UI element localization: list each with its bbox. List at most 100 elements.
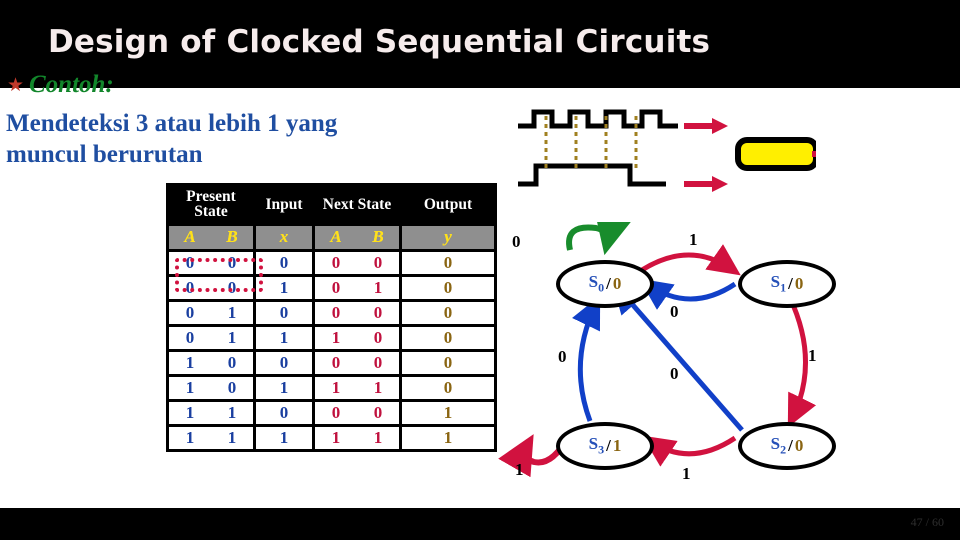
cell-next-b: 1 <box>357 277 399 299</box>
cell-present-a: 1 <box>169 377 211 399</box>
table-body: 0000000010100100000111001000001011101100… <box>169 252 494 449</box>
state-output: 0 <box>794 274 804 293</box>
cell-next-b: 0 <box>357 352 399 374</box>
table-group-header-row: Present State Input Next State Output <box>169 186 494 223</box>
table-row: 000000 <box>169 252 494 274</box>
cell-input-x: 1 <box>256 377 312 399</box>
edge-label-s0-self-0: 0 <box>512 232 521 251</box>
page-number: 47 / 60 <box>910 515 944 529</box>
state-table-border: Present State Input Next State Output A … <box>166 183 497 452</box>
var-input-x: x <box>256 226 312 249</box>
state-node-s0[interactable]: S0/0 <box>556 260 654 308</box>
var-present-a: A <box>169 226 211 249</box>
example-label: Contoh: <box>29 71 114 98</box>
description-text: Mendeteksi 3 atau lebih 1 yang muncul be… <box>6 108 406 170</box>
state-name: S0 <box>588 272 605 295</box>
header-present-state: Present State <box>169 186 253 223</box>
cell-output-y: 0 <box>402 302 494 324</box>
timing-waveform <box>516 98 850 198</box>
state-table: Present State Input Next State Output A … <box>169 186 494 449</box>
table-row: 100000 <box>169 352 494 374</box>
edge-s2-to-s0 <box>611 280 744 432</box>
cell-input-x: 0 <box>256 352 312 374</box>
table-row: 011100 <box>169 327 494 349</box>
cell-next-b: 1 <box>357 377 399 399</box>
table-row: 110001 <box>169 402 494 424</box>
state-table-wrapper: Present State Input Next State Output A … <box>166 183 497 457</box>
cell-output-y: 0 <box>402 252 494 274</box>
cell-present-a: 0 <box>169 252 211 274</box>
state-output: 0 <box>612 274 622 293</box>
cell-present-a: 0 <box>169 302 211 324</box>
var-present-b: B <box>211 226 253 249</box>
state-separator: / <box>788 436 793 455</box>
edge-s1-to-s0 <box>639 278 737 310</box>
edge-label-s2-to-s0-0: 0 <box>670 364 679 383</box>
state-name: S2 <box>770 434 787 457</box>
header-input: Input <box>256 186 312 223</box>
cell-next-b: 1 <box>357 427 399 449</box>
state-node-s3[interactable]: S3/1 <box>556 422 654 470</box>
cell-output-y: 0 <box>402 352 494 374</box>
state-separator: / <box>788 274 793 293</box>
cell-next-a: 0 <box>315 352 357 374</box>
cell-input-x: 1 <box>256 427 312 449</box>
slide: Design of Clocked Sequential Circuits ★ … <box>0 0 960 540</box>
state-name: S3 <box>588 434 605 457</box>
table-variable-row: A B x A B y <box>169 226 494 249</box>
state-node-s2[interactable]: S2/0 <box>738 422 836 470</box>
footer-bar <box>0 508 960 540</box>
circuit-block <box>735 137 819 171</box>
description-line-2: muncul berurutan <box>6 141 203 168</box>
cell-present-a: 0 <box>169 277 211 299</box>
var-next-b: B <box>357 226 399 249</box>
cell-input-x: 0 <box>256 302 312 324</box>
star-icon: ★ <box>6 75 25 96</box>
cell-present-a: 1 <box>169 402 211 424</box>
state-output: 1 <box>612 436 622 455</box>
header-next-state: Next State <box>315 186 399 223</box>
example-bullet-row: ★ Contoh: <box>6 72 114 98</box>
edge-label-s1-to-s0-0: 0 <box>670 302 679 321</box>
cell-next-a: 1 <box>315 327 357 349</box>
cell-next-b: 0 <box>357 252 399 274</box>
state-separator: / <box>606 274 611 293</box>
cell-output-y: 0 <box>402 277 494 299</box>
cell-present-a: 1 <box>169 427 211 449</box>
cell-next-a: 0 <box>315 302 357 324</box>
cell-present-b: 1 <box>211 427 253 449</box>
cell-present-b: 1 <box>211 302 253 324</box>
edge-label-s3-self-1: 1 <box>515 460 524 479</box>
cell-next-a: 1 <box>315 427 357 449</box>
cell-present-b: 0 <box>211 277 253 299</box>
edge-s0-to-s1 <box>640 244 741 276</box>
cell-present-b: 0 <box>211 377 253 399</box>
cell-input-x: 1 <box>256 327 312 349</box>
state-output: 0 <box>794 436 804 455</box>
var-next-a: A <box>315 226 357 249</box>
arrow-clock-right <box>684 118 728 134</box>
header-output: Output <box>402 186 494 223</box>
cell-next-b: 0 <box>357 327 399 349</box>
cell-output-y: 0 <box>402 327 494 349</box>
edge-s2-to-s3 <box>642 435 737 467</box>
cell-present-b: 0 <box>211 252 253 274</box>
edge-label-s2-to-s3-1: 1 <box>682 464 691 483</box>
arrow-data-right <box>684 176 728 192</box>
cell-present-b: 1 <box>211 402 253 424</box>
edge-label-s3-to-s0-0: 0 <box>558 347 567 366</box>
edge-s3-to-s0 <box>572 295 601 422</box>
edge-s0-self-loop <box>566 222 632 256</box>
cell-present-a: 1 <box>169 352 211 374</box>
waveform-svg <box>518 109 850 192</box>
cell-output-y: 1 <box>402 427 494 449</box>
cell-next-b: 0 <box>357 302 399 324</box>
description-line-1: Mendeteksi 3 atau lebih 1 yang <box>6 110 338 137</box>
state-separator: / <box>606 436 611 455</box>
state-node-s1[interactable]: S1/0 <box>738 260 836 308</box>
cell-present-b: 0 <box>211 352 253 374</box>
table-row: 001010 <box>169 277 494 299</box>
cell-input-x: 0 <box>256 402 312 424</box>
cell-input-x: 1 <box>256 277 312 299</box>
page-title: Design of Clocked Sequential Circuits <box>48 24 711 60</box>
